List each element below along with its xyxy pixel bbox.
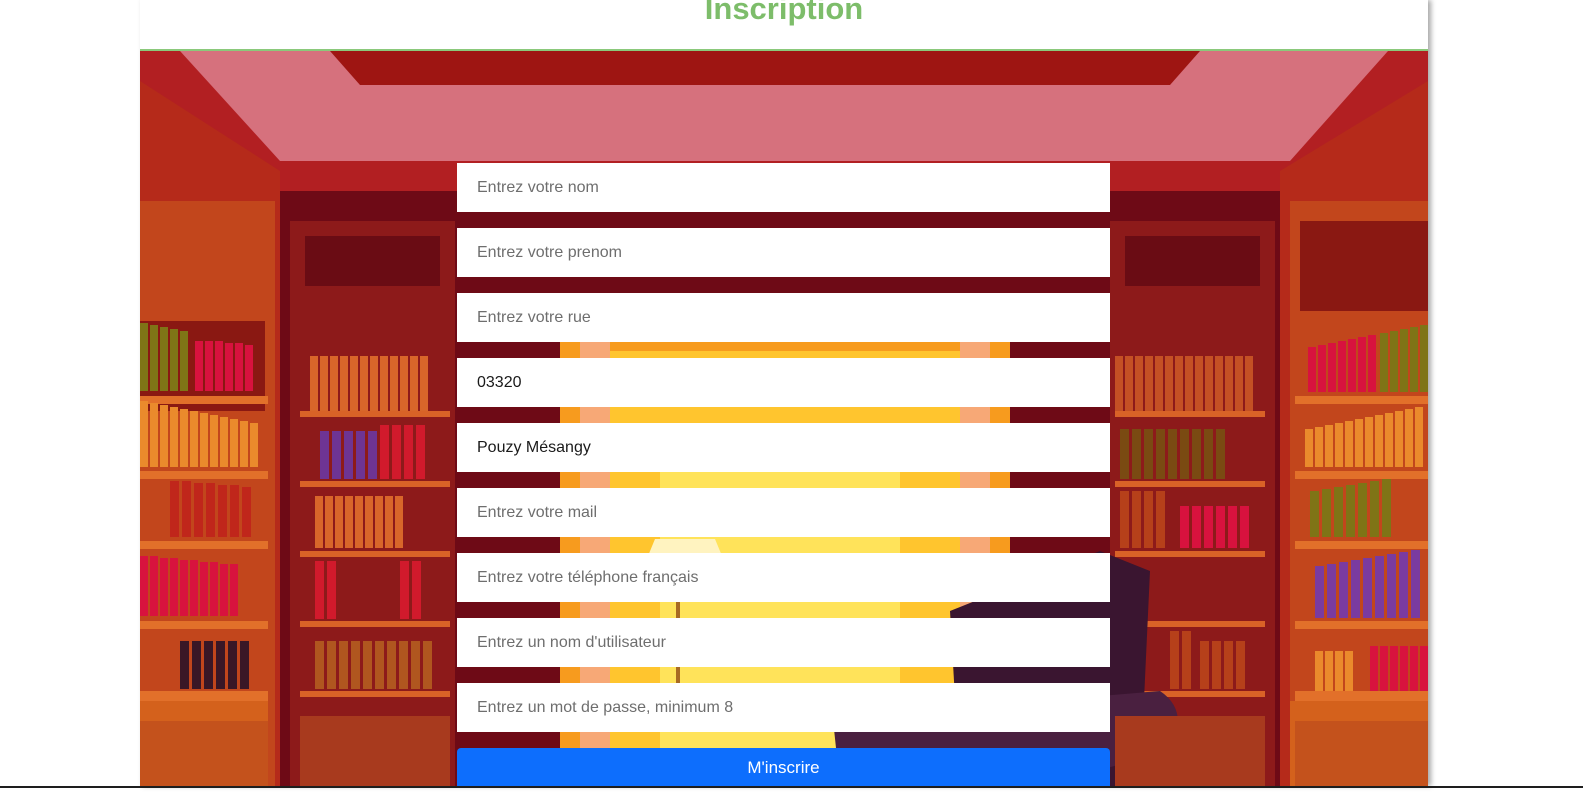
- registration-card: Inscription Entrez votre nom Entrez votr…: [140, 0, 1428, 786]
- register-button[interactable]: M'inscrire: [457, 748, 1110, 786]
- ville-input[interactable]: [457, 423, 1110, 472]
- card-header: Inscription: [140, 0, 1428, 51]
- mail-input[interactable]: [457, 488, 1110, 537]
- page-title: Inscription: [704, 0, 864, 26]
- telephone-input[interactable]: [457, 553, 1110, 602]
- registration-form: M'inscrire: [457, 163, 1110, 786]
- nom-input[interactable]: [457, 163, 1110, 212]
- library-background-image: M'inscrire: [140, 51, 1428, 786]
- viewport-bottom-border: [0, 786, 1583, 788]
- prenom-input[interactable]: [457, 228, 1110, 277]
- page-scrollbar[interactable]: [1568, 0, 1583, 796]
- rue-input[interactable]: [457, 293, 1110, 342]
- password-input[interactable]: [457, 683, 1110, 732]
- username-input[interactable]: [457, 618, 1110, 667]
- code-postal-input[interactable]: [457, 358, 1110, 407]
